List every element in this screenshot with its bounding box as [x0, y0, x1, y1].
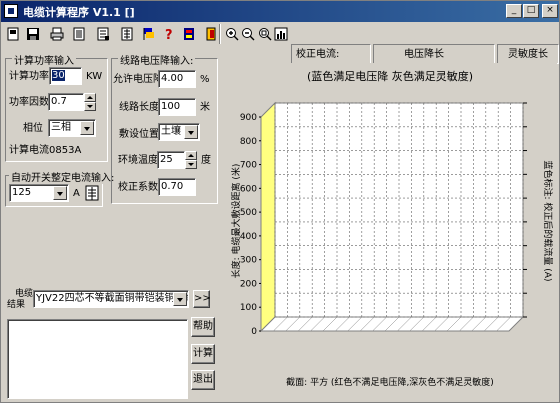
chart-left-wall: [260, 101, 276, 333]
maximize-button[interactable]: □: [523, 4, 539, 18]
calculated-current: 计算电流0853A: [9, 145, 82, 156]
y2-axis-label: 蓝色标注: 校正后的载流量 (A): [542, 161, 554, 282]
exit-icon[interactable]: [203, 25, 219, 42]
y-tick-label: 100: [240, 303, 257, 313]
zoom-in-icon[interactable]: [224, 25, 240, 42]
app-icon[interactable]: [4, 4, 18, 18]
chevron-down-icon[interactable]: [184, 125, 198, 139]
ambient-temp-input[interactable]: 25: [157, 151, 185, 169]
y-tick-label: 300: [240, 256, 257, 266]
line-length-input[interactable]: 100: [158, 98, 196, 116]
ambient-temp-label: 环境温度: [118, 155, 158, 166]
report-icon[interactable]: [95, 25, 111, 42]
allow-drop-label: 允许电压降: [113, 74, 163, 85]
power-label: 计算功率: [9, 71, 49, 82]
chart-title: (蓝色满足电压降 灰色满足灵敏度): [307, 69, 473, 83]
print-icon[interactable]: [49, 25, 65, 42]
status-current: 校正电流:: [291, 44, 371, 64]
group-title: 自动开关整定电流输入:: [9, 169, 117, 184]
phase-select[interactable]: 三相: [48, 119, 96, 137]
zoom-fit-icon[interactable]: [257, 25, 273, 42]
book-icon[interactable]: [181, 25, 197, 42]
group-title: 计算功率输入: [12, 52, 76, 67]
laying-label: 敷设位置: [119, 129, 159, 140]
new-icon[interactable]: [5, 25, 21, 42]
document-icon[interactable]: [71, 25, 87, 42]
correction-coef-field: 0.70: [158, 178, 196, 196]
line-length-unit: 米: [200, 102, 210, 113]
power-factor-stepper[interactable]: [84, 93, 96, 111]
y-tick-label: 900: [240, 113, 257, 123]
ambient-temp-unit: 度: [201, 155, 211, 166]
minimize-button[interactable]: _: [506, 4, 522, 18]
y-tick-label: 500: [240, 208, 257, 218]
results-label: 结果: [7, 300, 26, 310]
phase-label: 相位: [23, 123, 43, 134]
laying-select[interactable]: 土壤: [158, 123, 200, 141]
allow-drop-input[interactable]: 4.00: [158, 70, 196, 88]
results-textarea[interactable]: [7, 319, 188, 399]
help-icon[interactable]: ?: [161, 25, 177, 42]
y-tick-label: 0: [251, 327, 257, 337]
exit-button[interactable]: 退出: [191, 370, 215, 390]
close-button[interactable]: ×: [542, 4, 558, 18]
line-length-label: 线路长度: [119, 102, 159, 113]
y-tick-label: 200: [240, 279, 257, 289]
group-title: 线路电压降输入:: [118, 52, 196, 67]
switch-current-unit: A: [73, 188, 80, 199]
y-tick-label: 700: [240, 161, 257, 171]
more-button[interactable]: >>: [193, 290, 211, 308]
chevron-down-icon[interactable]: [53, 186, 67, 200]
x-axis-label: 截面: 平方 (红色不满足电压降,深灰色不满足灵敏度): [286, 376, 494, 388]
app-window: 电缆计算程序 V1.1 [] _ □ × ? 校正电流: 电压降长 灵敏度长 计…: [0, 0, 560, 403]
toolbar-separator: [219, 24, 221, 44]
chart-panel: (蓝色满足电压降 灰色满足灵敏度) 0 100 200 300 400 500 600 700…: [223, 63, 557, 393]
table-icon[interactable]: [119, 25, 135, 42]
y-tick-label: 800: [240, 137, 257, 147]
window-title: 电缆计算程序 V1.1 []: [23, 6, 135, 19]
zoom-out-icon[interactable]: [240, 25, 256, 42]
correction-coef-label: 校正系数: [118, 182, 158, 193]
ambient-temp-stepper[interactable]: [185, 151, 197, 169]
switch-current-select[interactable]: 125: [9, 184, 69, 202]
chart-icon[interactable]: [273, 25, 289, 42]
y-tick-label: 400: [240, 232, 257, 242]
cable-type-select[interactable]: YJV22四芯不等截面铜带铠装铜电缆: [33, 290, 189, 308]
status-voltage-drop: 电压降长: [373, 44, 495, 64]
chart-canvas: (蓝色满足电压降 灰色满足灵敏度) 0 100 200 300 400 500 600 700…: [223, 63, 557, 393]
chevron-down-icon[interactable]: [173, 292, 187, 306]
status-sensitivity: 灵敏度长: [497, 44, 559, 64]
title-bar[interactable]: 电缆计算程序 V1.1 [] _ □ ×: [1, 1, 559, 22]
toolbar: ? 校正电流: 电压降长 灵敏度长: [1, 22, 559, 64]
calculate-button[interactable]: 计算: [191, 344, 215, 364]
save-icon[interactable]: [25, 25, 41, 42]
allow-drop-unit: %: [200, 74, 210, 85]
power-unit: KW: [86, 71, 103, 82]
power-factor-input[interactable]: 0.7: [48, 93, 84, 111]
power-input[interactable]: 30: [49, 67, 82, 85]
y-axis-label: 长度: 电缆最大敷设距离 (米): [230, 164, 242, 279]
power-factor-label: 功率因数: [9, 97, 49, 108]
table-lookup-icon[interactable]: [85, 185, 99, 201]
help-button[interactable]: 帮助: [191, 317, 215, 337]
chevron-down-icon[interactable]: [80, 121, 94, 135]
flag-icon[interactable]: [141, 25, 157, 42]
y-tick-label: 600: [240, 184, 257, 194]
svg-text:?: ?: [165, 28, 173, 41]
